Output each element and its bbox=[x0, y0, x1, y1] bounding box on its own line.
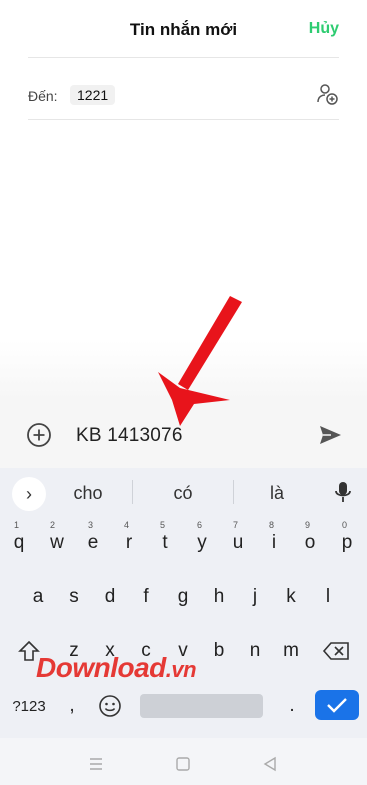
recipient-row[interactable]: Đến: 1221 bbox=[28, 80, 339, 120]
key-w[interactable]: 2w bbox=[46, 520, 68, 554]
comma-key[interactable]: , bbox=[64, 694, 80, 718]
message-thread-area bbox=[0, 340, 367, 400]
add-contact-icon[interactable] bbox=[315, 82, 339, 106]
compose-bar: KB 1413076 bbox=[0, 400, 367, 468]
suggestion-bar: › cho có là bbox=[0, 468, 367, 516]
suggestion-divider bbox=[132, 480, 133, 504]
key-f[interactable]: f bbox=[137, 586, 155, 608]
symbols-key[interactable]: ?123 bbox=[8, 694, 50, 718]
shift-icon[interactable] bbox=[18, 640, 40, 662]
key-v[interactable]: v bbox=[174, 640, 192, 662]
space-key[interactable] bbox=[140, 694, 263, 718]
period-key[interactable]: . bbox=[284, 694, 300, 718]
emoji-icon[interactable] bbox=[98, 694, 122, 718]
key-r[interactable]: 4r bbox=[120, 520, 138, 554]
send-icon[interactable] bbox=[317, 422, 343, 448]
key-u[interactable]: 7u bbox=[229, 520, 247, 554]
recipient-chip[interactable]: 1221 bbox=[70, 85, 116, 105]
enter-key[interactable] bbox=[315, 690, 359, 720]
system-nav-bar bbox=[0, 738, 367, 785]
key-n[interactable]: n bbox=[246, 640, 264, 662]
key-i[interactable]: 8i bbox=[265, 520, 283, 554]
key-p[interactable]: 0p bbox=[338, 520, 356, 554]
header-divider bbox=[28, 57, 339, 58]
menu-icon[interactable] bbox=[88, 756, 104, 772]
key-o[interactable]: 9o bbox=[301, 520, 319, 554]
key-z[interactable]: z bbox=[65, 640, 83, 662]
home-icon[interactable] bbox=[175, 756, 191, 772]
microphone-icon[interactable] bbox=[333, 480, 353, 504]
key-d[interactable]: d bbox=[101, 586, 119, 608]
suggestion-item[interactable]: là bbox=[237, 483, 317, 504]
suggestion-divider bbox=[233, 480, 234, 504]
cancel-button[interactable]: Hủy bbox=[309, 20, 339, 38]
key-h[interactable]: h bbox=[210, 586, 228, 608]
key-b[interactable]: b bbox=[210, 640, 228, 662]
key-q[interactable]: 1q bbox=[10, 520, 28, 554]
backspace-icon[interactable] bbox=[322, 641, 350, 661]
suggestion-item[interactable]: có bbox=[143, 483, 223, 504]
key-t[interactable]: 5t bbox=[156, 520, 174, 554]
key-g[interactable]: g bbox=[174, 586, 192, 608]
key-x[interactable]: x bbox=[101, 640, 119, 662]
key-y[interactable]: 6y bbox=[193, 520, 211, 554]
key-s[interactable]: s bbox=[65, 586, 83, 608]
key-l[interactable]: l bbox=[319, 586, 337, 608]
key-c[interactable]: c bbox=[137, 640, 155, 662]
key-j[interactable]: j bbox=[246, 586, 264, 608]
header: Tin nhắn mới Hủy bbox=[0, 0, 367, 58]
key-k[interactable]: k bbox=[282, 586, 300, 608]
suggestion-item[interactable]: cho bbox=[48, 483, 128, 504]
chevron-right-icon[interactable]: › bbox=[12, 477, 46, 511]
key-a[interactable]: a bbox=[29, 586, 47, 608]
checkmark-icon bbox=[327, 698, 347, 713]
key-m[interactable]: m bbox=[280, 640, 302, 662]
recipient-label: Đến: bbox=[28, 88, 58, 104]
message-input[interactable]: KB 1413076 bbox=[76, 425, 183, 447]
key-e[interactable]: 3e bbox=[84, 520, 102, 554]
plus-circle-icon[interactable] bbox=[26, 422, 52, 448]
back-icon[interactable] bbox=[262, 756, 278, 772]
